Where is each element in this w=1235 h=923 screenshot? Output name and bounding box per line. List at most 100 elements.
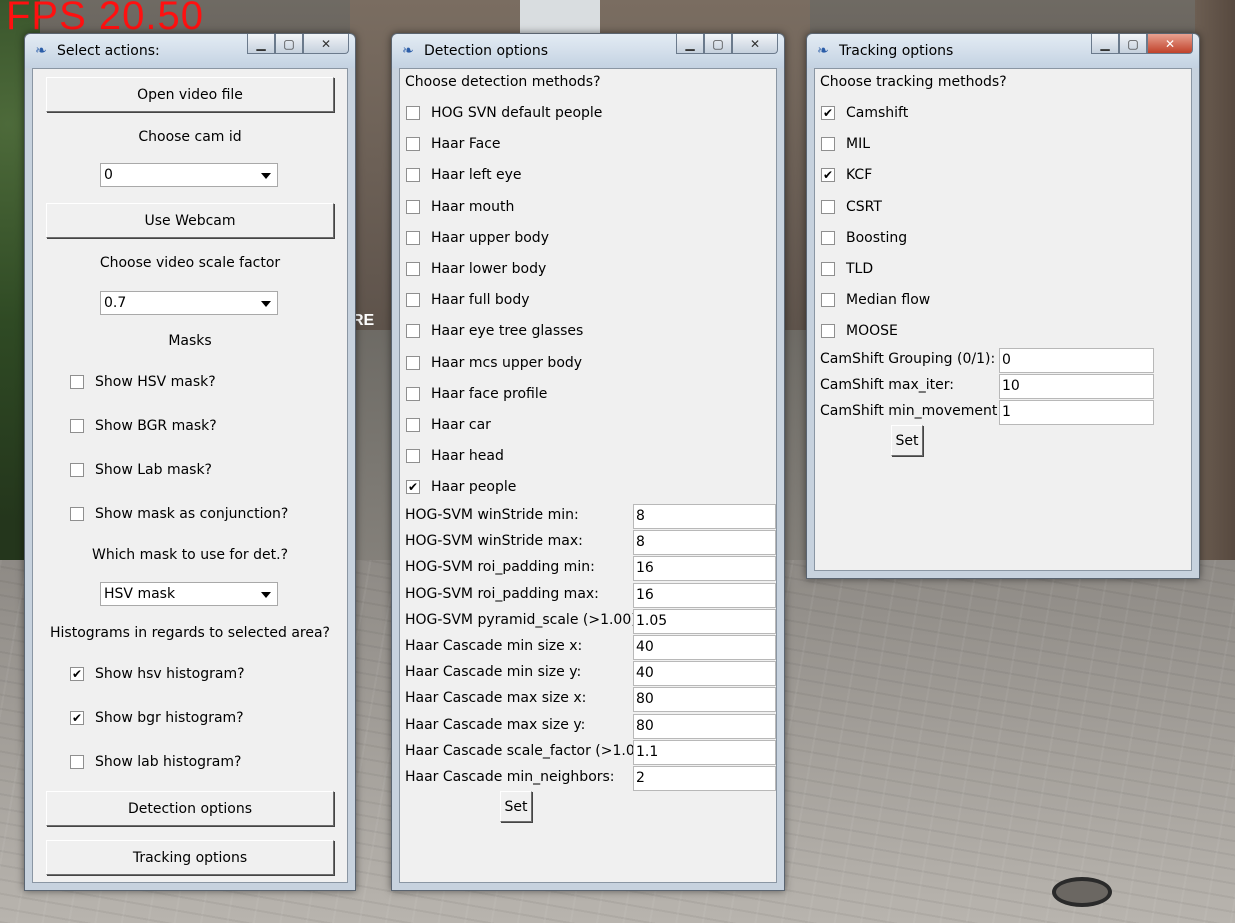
tracking-method-checkbox[interactable]: Median flow xyxy=(821,292,930,308)
detection-param-input[interactable]: 8 xyxy=(633,530,776,556)
checkbox-box[interactable] xyxy=(406,106,420,120)
checkbox-box[interactable] xyxy=(70,755,84,769)
detection-method-checkbox[interactable]: Haar head xyxy=(406,448,504,464)
chevron-down-icon[interactable] xyxy=(261,301,271,307)
checkbox-box[interactable] xyxy=(821,230,835,245)
detection-param-label: HOG-SVM pyramid_scale (>1.00): xyxy=(405,611,642,628)
detection-param-input[interactable]: 1.05 xyxy=(633,608,776,634)
detection-method-checkbox[interactable]: Haar eye tree glasses xyxy=(406,323,583,339)
open-video-file-button[interactable]: Open video file xyxy=(46,77,334,112)
tracking-method-checkbox[interactable]: ✔ Camshift xyxy=(821,105,908,121)
scale-factor-select[interactable]: 0.7 xyxy=(100,291,278,315)
mask-checkbox[interactable]: Show BGR mask? xyxy=(70,418,217,434)
tracking-param-input[interactable]: 10 xyxy=(999,374,1154,400)
checkbox-box[interactable] xyxy=(821,137,835,152)
close-button[interactable]: ✕ xyxy=(303,34,349,54)
mask-checkbox[interactable]: Show Lab mask? xyxy=(70,462,212,478)
close-button[interactable]: ✕ xyxy=(732,34,778,54)
checkbox-box[interactable] xyxy=(70,375,84,389)
checkmark-icon[interactable]: ✔ xyxy=(821,106,835,120)
detection-param-input[interactable]: 1.1 xyxy=(633,739,776,765)
detection-set-button[interactable]: Set xyxy=(500,791,532,822)
checkbox-box[interactable] xyxy=(821,262,835,276)
title-bar[interactable]: ❧ Select actions: ▁ ▢ ✕ xyxy=(25,34,355,68)
tracking-method-checkbox[interactable]: MOOSE xyxy=(821,323,898,339)
detection-method-checkbox[interactable]: ✔ Haar people xyxy=(406,479,516,495)
mask-checkbox[interactable]: Show HSV mask? xyxy=(70,374,216,390)
checkbox-box[interactable] xyxy=(70,419,84,433)
masks-label: Masks xyxy=(168,333,212,349)
tracking-method-checkbox[interactable]: ✔ KCF xyxy=(821,167,872,183)
detection-method-checkbox[interactable]: Haar full body xyxy=(406,292,530,308)
cam-id-select[interactable]: 0 xyxy=(100,163,278,187)
detection-options-button[interactable]: Detection options xyxy=(46,791,334,826)
checkbox-box[interactable] xyxy=(406,355,420,370)
detection-method-checkbox[interactable]: HOG SVN default people xyxy=(406,105,602,121)
histogram-checkbox[interactable]: Show lab histogram? xyxy=(70,754,241,770)
checkbox-box[interactable] xyxy=(406,168,420,183)
detection-param-input[interactable]: 40 xyxy=(633,635,776,660)
maximize-button[interactable]: ▢ xyxy=(1119,34,1147,54)
detection-param-input[interactable]: 8 xyxy=(633,504,776,529)
tracking-set-button[interactable]: Set xyxy=(891,425,923,456)
detection-method-checkbox[interactable]: Haar left eye xyxy=(406,167,522,183)
checkmark-icon[interactable]: ✔ xyxy=(70,711,84,725)
maximize-button[interactable]: ▢ xyxy=(275,34,303,54)
tracking-param-input[interactable]: 0 xyxy=(999,348,1154,373)
detection-param-label: HOG-SVM roi_padding min: xyxy=(405,559,595,576)
minimize-button[interactable]: ▁ xyxy=(676,34,704,54)
detection-method-checkbox[interactable]: Haar mouth xyxy=(406,199,514,215)
detection-param-input[interactable]: 16 xyxy=(633,556,776,582)
chevron-down-icon[interactable] xyxy=(261,592,271,598)
tracking-method-checkbox[interactable]: Boosting xyxy=(821,230,907,246)
detection-param-input[interactable]: 16 xyxy=(633,582,776,608)
checkbox-box[interactable] xyxy=(821,293,835,308)
checkbox-box[interactable] xyxy=(821,199,835,214)
checkbox-box[interactable] xyxy=(70,463,84,477)
tracking-param-input[interactable]: 1 xyxy=(999,400,1154,426)
checkbox-box[interactable] xyxy=(406,137,420,152)
detection-param-input[interactable]: 40 xyxy=(633,661,776,687)
detection-method-checkbox[interactable]: Haar upper body xyxy=(406,230,549,246)
maximize-button[interactable]: ▢ xyxy=(704,34,732,54)
checkmark-icon[interactable]: ✔ xyxy=(821,168,835,183)
use-webcam-button[interactable]: Use Webcam xyxy=(46,203,334,238)
checkbox-box[interactable] xyxy=(406,386,420,401)
checkbox-box[interactable] xyxy=(406,418,420,432)
tracking-method-checkbox[interactable]: MIL xyxy=(821,136,870,152)
minimize-button[interactable]: ▁ xyxy=(1091,34,1119,54)
title-bar[interactable]: ❧ Tracking options ▁ ▢ ✕ xyxy=(807,34,1199,68)
mask-checkbox[interactable]: Show mask as conjunction? xyxy=(70,506,288,522)
detection-method-checkbox[interactable]: Haar face profile xyxy=(406,386,547,402)
checkmark-icon[interactable]: ✔ xyxy=(70,667,84,681)
detection-method-checkbox[interactable]: Haar lower body xyxy=(406,261,546,277)
detection-method-checkbox[interactable]: Haar mcs upper body xyxy=(406,355,582,371)
checkbox-box[interactable] xyxy=(821,324,835,339)
histogram-checkbox[interactable]: ✔ Show bgr histogram? xyxy=(70,710,244,726)
detection-param-input[interactable]: 2 xyxy=(633,766,776,791)
detection-method-checkbox[interactable]: Haar car xyxy=(406,417,491,433)
histogram-checkbox[interactable]: ✔ Show hsv histogram? xyxy=(70,666,245,682)
feather-icon: ❧ xyxy=(402,43,414,59)
tracking-method-checkbox[interactable]: TLD xyxy=(821,261,873,277)
minimize-button[interactable]: ▁ xyxy=(247,34,275,54)
checkbox-box[interactable] xyxy=(406,199,420,214)
checkbox-box[interactable] xyxy=(70,507,84,521)
close-button[interactable]: ✕ xyxy=(1147,34,1193,54)
detection-param-input[interactable]: 80 xyxy=(633,687,776,713)
tracking-method-checkbox[interactable]: CSRT xyxy=(821,199,882,215)
chevron-down-icon[interactable] xyxy=(261,173,271,179)
checkbox-box[interactable] xyxy=(406,293,420,308)
title-bar[interactable]: ❧ Detection options ▁ ▢ ✕ xyxy=(392,34,784,68)
tracking-options-panel: Choose tracking methods? ✔ Camshift MIL ✔ KC… xyxy=(814,68,1192,571)
which-mask-select[interactable]: HSV mask xyxy=(100,582,278,606)
checkbox-box[interactable] xyxy=(406,324,420,339)
detection-param-input[interactable]: 80 xyxy=(633,713,776,739)
checkmark-icon[interactable]: ✔ xyxy=(406,480,420,495)
detection-method-checkbox[interactable]: Haar Face xyxy=(406,136,501,152)
detection-param-label: HOG-SVM winStride min: xyxy=(405,507,579,523)
tracking-options-button[interactable]: Tracking options xyxy=(46,840,334,875)
checkbox-box[interactable] xyxy=(406,230,420,245)
checkbox-box[interactable] xyxy=(406,262,420,276)
checkbox-box[interactable] xyxy=(406,449,420,464)
